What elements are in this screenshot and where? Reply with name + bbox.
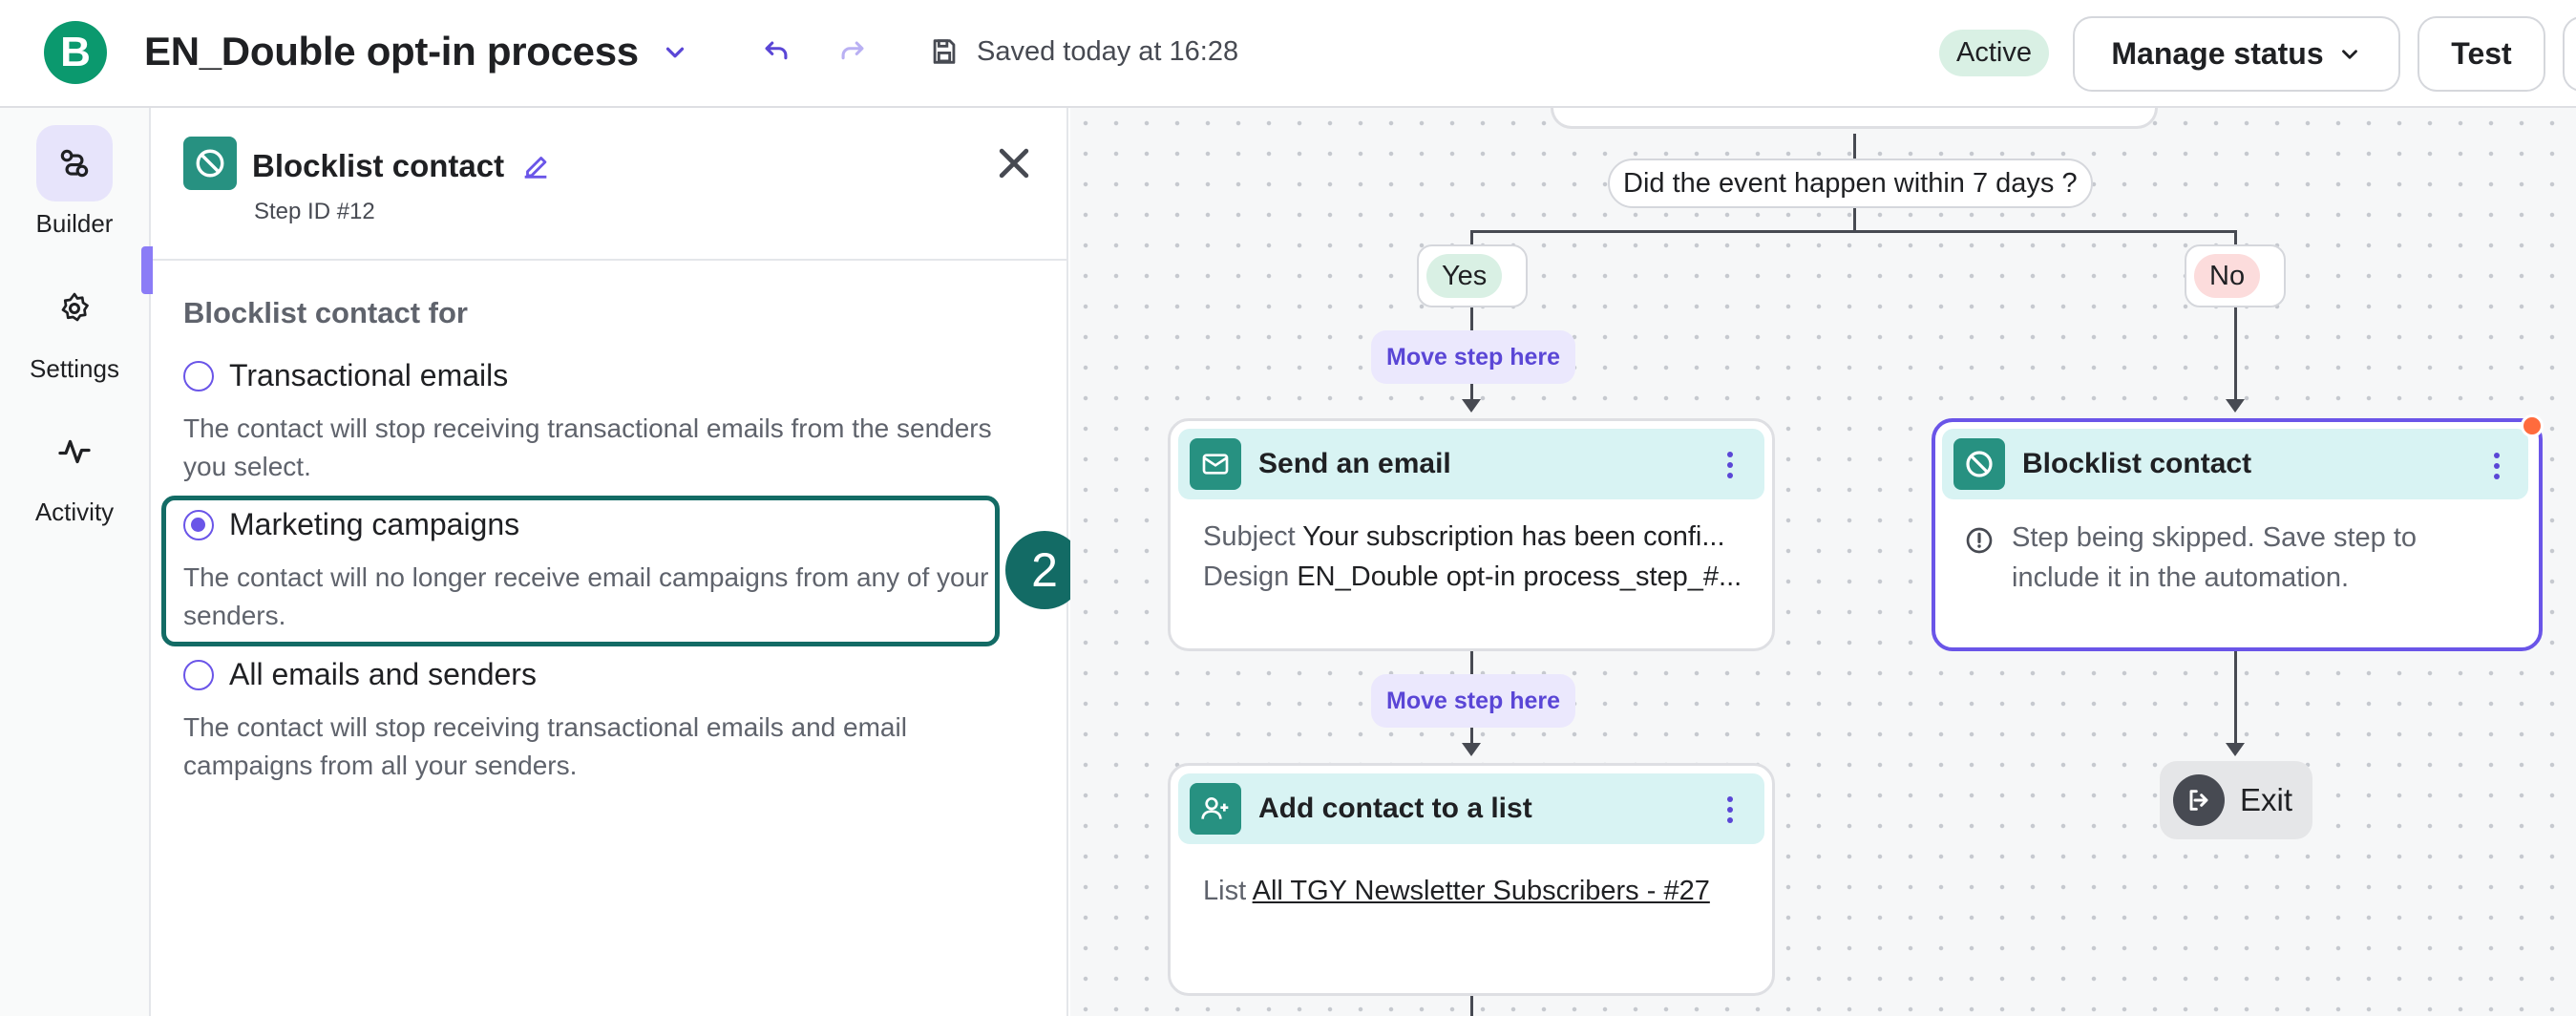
- design-label: Design: [1203, 561, 1290, 592]
- option-label-all-emails[interactable]: All emails and senders: [229, 657, 537, 692]
- option-description: The contact will stop receiving transact…: [183, 413, 992, 481]
- condition-label: Did the event happen within 7 days ?: [1608, 159, 2093, 208]
- card-header: Add contact to a list: [1178, 773, 1764, 844]
- arrow-head: [2226, 743, 2245, 756]
- nav-item-builder[interactable]: Builder: [0, 125, 149, 239]
- list-link[interactable]: All TGY Newsletter Subscribers - #27: [1253, 876, 1710, 906]
- arrow-head: [2226, 399, 2245, 413]
- yes-label: Yes: [1426, 254, 1503, 298]
- no-label: No: [2194, 254, 2261, 298]
- move-step-here-button[interactable]: Move step here: [1371, 330, 1576, 384]
- saved-status: Saved today at 16:28: [977, 36, 1239, 67]
- chevron-down-icon: [2341, 49, 2357, 59]
- blocklist-icon: [183, 137, 237, 190]
- skipped-warning: Step being skipped. Save step to include…: [2012, 522, 2418, 593]
- blocklist-contact-card[interactable]: Blocklist contact Step being skipped. Sa…: [1932, 418, 2543, 651]
- connector-line: [1853, 134, 1856, 160]
- connector-line: [2234, 651, 2237, 743]
- close-icon[interactable]: [993, 142, 1035, 184]
- test-button[interactable]: Test: [2418, 16, 2545, 92]
- card-title: Send an email: [1258, 448, 1451, 479]
- card-title: Blocklist contact: [2022, 448, 2252, 479]
- email-subject-row: Subject Your subscription has been confi…: [1203, 517, 1742, 597]
- connector-line: [1470, 307, 1473, 330]
- exit-node[interactable]: Exit: [2160, 761, 2312, 839]
- card-title: Add contact to a list: [1258, 793, 1532, 824]
- nav-label: Settings: [30, 354, 119, 383]
- section-label: Blocklist contact for: [183, 296, 468, 329]
- exit-icon: [2173, 774, 2225, 826]
- arrow-head: [1462, 743, 1481, 756]
- radio-all-emails[interactable]: [183, 660, 214, 690]
- envelope-icon: [1190, 438, 1241, 490]
- no-branch: No: [2185, 244, 2286, 307]
- activity-icon: [36, 413, 113, 490]
- builder-icon: [36, 125, 113, 201]
- move-step-here-button[interactable]: Move step here: [1371, 674, 1576, 728]
- connector-line: [1853, 208, 1856, 231]
- unsaved-dot: [2521, 414, 2544, 437]
- step-id: Step ID #12: [254, 199, 375, 224]
- pencil-icon[interactable]: [519, 150, 552, 182]
- option-label-transactional[interactable]: Transactional emails: [229, 358, 508, 393]
- nav-label: Builder: [35, 209, 114, 238]
- more-vertical-icon[interactable]: [1726, 450, 1734, 480]
- subject-value: Your subscription has been confi...: [1302, 521, 1725, 552]
- previous-step-card[interactable]: [1551, 108, 2158, 129]
- highlight-box: [161, 496, 1000, 646]
- manage-status-button[interactable]: Manage status: [2073, 16, 2400, 92]
- more-vertical-icon[interactable]: [2493, 451, 2501, 481]
- more-vertical-icon[interactable]: [1726, 794, 1734, 825]
- left-nav: Builder Settings Activity: [0, 108, 153, 1016]
- card-header: Send an email: [1178, 429, 1764, 499]
- manage-status-label: Manage status: [2111, 36, 2324, 71]
- more-button[interactable]: [2563, 16, 2576, 92]
- blocklist-icon: [1953, 438, 2005, 490]
- connector-line: [1470, 996, 1473, 1016]
- list-row: List All TGY Newsletter Subscribers - #2…: [1203, 871, 1710, 911]
- panel-title: Blocklist contact: [252, 148, 505, 183]
- brevo-logo[interactable]: B: [44, 21, 107, 84]
- top-bar: B EN_Double opt-in process Saved today a…: [0, 0, 2576, 108]
- active-indicator: [141, 246, 153, 294]
- connector-line: [2234, 307, 2237, 399]
- status-badge: Active: [1939, 30, 2049, 76]
- warning-icon: [1966, 527, 1993, 554]
- design-value: EN_Double opt-in process_step_#...: [1297, 561, 1742, 592]
- add-user-icon: [1190, 783, 1241, 835]
- list-label: List: [1203, 876, 1247, 906]
- connector-line: [1470, 651, 1473, 674]
- option-description: The contact will stop receiving transact…: [183, 712, 907, 780]
- arrow-head: [1462, 399, 1481, 413]
- nav-label: Activity: [34, 497, 115, 526]
- automation-title[interactable]: EN_Double opt-in process: [144, 29, 639, 74]
- send-email-card[interactable]: Send an email Subject Your subscription …: [1168, 418, 1775, 651]
- undo-icon[interactable]: [760, 36, 792, 69]
- gear-icon: [36, 270, 113, 347]
- radio-transactional[interactable]: [183, 361, 214, 392]
- subject-label: Subject: [1203, 521, 1296, 552]
- add-to-list-card[interactable]: Add contact to a list List All TGY Newsl…: [1168, 763, 1775, 996]
- panel-header: Blocklist contact Step ID #12: [153, 108, 1066, 261]
- chevron-down-icon[interactable]: [661, 38, 689, 67]
- exit-label: Exit: [2240, 782, 2293, 817]
- yes-branch: Yes: [1417, 244, 1528, 307]
- nav-item-activity[interactable]: Activity: [0, 413, 149, 527]
- card-header: Blocklist contact: [1942, 429, 2528, 499]
- nav-item-settings[interactable]: Settings: [0, 270, 149, 384]
- redo-icon[interactable]: [836, 36, 869, 69]
- connector-line: [1471, 230, 2237, 233]
- save-icon: [933, 39, 956, 64]
